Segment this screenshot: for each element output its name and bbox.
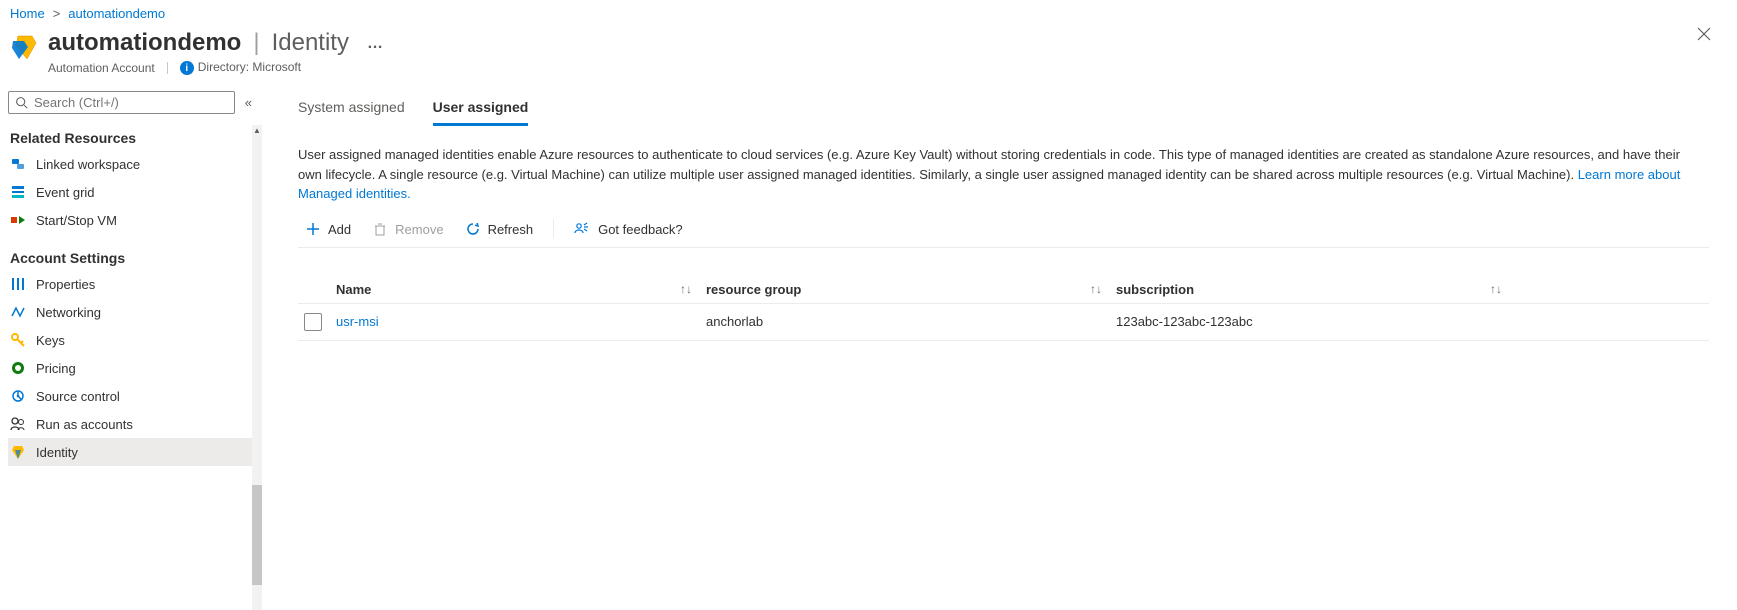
column-header-name[interactable]: Name ↑↓: [336, 282, 706, 297]
page-header: automationdemo | Identity … Automation A…: [0, 21, 1737, 87]
plus-icon: [306, 222, 320, 236]
sidebar-item-label: Linked workspace: [36, 157, 140, 172]
sidebar-section-related: Related Resources: [8, 114, 262, 150]
collapse-sidebar-icon[interactable]: «: [245, 95, 252, 110]
sidebar-scrollbar-track[interactable]: ▲: [252, 125, 262, 610]
sidebar-item-event-grid[interactable]: Event grid: [8, 178, 262, 206]
cell-subscription: 123abc-123abc-123abc: [1116, 314, 1516, 329]
feedback-button[interactable]: Got feedback?: [566, 218, 691, 241]
search-input[interactable]: [34, 95, 228, 110]
automation-account-icon: [10, 33, 38, 61]
directory-label: iDirectory: Microsoft: [180, 60, 301, 76]
scroll-up-icon[interactable]: ▲: [252, 125, 262, 135]
sidebar-item-pricing[interactable]: Pricing: [8, 354, 262, 382]
sidebar-search[interactable]: [8, 91, 235, 114]
more-icon[interactable]: …: [367, 34, 383, 53]
sidebar-section-account: Account Settings: [8, 234, 262, 270]
sidebar-item-networking[interactable]: Networking: [8, 298, 262, 326]
identity-icon: [10, 444, 26, 460]
breadcrumb-current[interactable]: automationdemo: [68, 6, 165, 21]
properties-icon: [10, 276, 26, 292]
startstop-icon: [10, 212, 26, 228]
description-text: User assigned managed identities enable …: [298, 145, 1698, 204]
info-icon: i: [180, 61, 194, 75]
sidebar-item-keys[interactable]: Keys: [8, 326, 262, 354]
breadcrumb-separator: >: [53, 6, 61, 21]
sort-icon: ↑↓: [1090, 282, 1102, 296]
eventgrid-icon: [10, 184, 26, 200]
resource-name: automationdemo: [48, 29, 241, 58]
add-button[interactable]: Add: [298, 218, 359, 241]
trash-icon: [373, 222, 387, 236]
toolbar: Add Remove Refresh Got feedback?: [298, 218, 1709, 248]
sidebar-item-linked-workspace[interactable]: Linked workspace: [8, 150, 262, 178]
sidebar-item-label: Run as accounts: [36, 417, 133, 432]
tab-bar: System assigned User assigned: [298, 91, 1709, 127]
sidebar: « Related Resources Linked workspace Eve…: [0, 87, 262, 610]
cell-resource-group: anchorlab: [706, 314, 1116, 329]
tab-user-assigned[interactable]: User assigned: [433, 91, 529, 126]
sidebar-item-label: Event grid: [36, 185, 95, 200]
sourcecontrol-icon: [10, 388, 26, 404]
sidebar-item-identity[interactable]: Identity: [8, 438, 262, 466]
table-header-row: Name ↑↓ resource group ↑↓ subscription ↑…: [298, 282, 1709, 304]
close-icon[interactable]: [1697, 27, 1711, 41]
sidebar-item-label: Identity: [36, 445, 78, 460]
sidebar-item-label: Start/Stop VM: [36, 213, 117, 228]
row-checkbox[interactable]: [304, 313, 322, 331]
sidebar-scrollbar-thumb[interactable]: [252, 485, 262, 585]
sidebar-item-label: Keys: [36, 333, 65, 348]
table-row[interactable]: usr-msi anchorlab 123abc-123abc-123abc: [298, 304, 1709, 341]
tab-system-assigned[interactable]: System assigned: [298, 91, 405, 126]
networking-icon: [10, 304, 26, 320]
workspace-icon: [10, 156, 26, 172]
sidebar-item-label: Pricing: [36, 361, 76, 376]
sort-icon: ↑↓: [1490, 282, 1502, 296]
pricing-icon: [10, 360, 26, 376]
sidebar-item-start-stop-vm[interactable]: Start/Stop VM: [8, 206, 262, 234]
sort-icon: ↑↓: [680, 282, 692, 296]
sidebar-item-label: Source control: [36, 389, 120, 404]
page-section-title: Identity: [272, 29, 349, 58]
main-content: System assigned User assigned User assig…: [262, 87, 1737, 610]
identity-name-link[interactable]: usr-msi: [336, 314, 379, 329]
breadcrumb: Home > automationdemo: [0, 0, 1737, 21]
column-header-subscription[interactable]: subscription ↑↓: [1116, 282, 1516, 297]
refresh-button[interactable]: Refresh: [458, 218, 542, 241]
sidebar-item-source-control[interactable]: Source control: [8, 382, 262, 410]
column-header-resource-group[interactable]: resource group ↑↓: [706, 282, 1116, 297]
search-icon: [15, 96, 28, 109]
keys-icon: [10, 332, 26, 348]
resource-type-label: Automation Account: [48, 61, 155, 75]
breadcrumb-home[interactable]: Home: [10, 6, 45, 21]
refresh-icon: [466, 222, 480, 236]
sidebar-item-label: Properties: [36, 277, 95, 292]
sidebar-item-properties[interactable]: Properties: [8, 270, 262, 298]
sidebar-item-run-as-accounts[interactable]: Run as accounts: [8, 410, 262, 438]
feedback-icon: [574, 222, 590, 236]
remove-button: Remove: [365, 218, 451, 241]
runas-icon: [10, 416, 26, 432]
identity-table: Name ↑↓ resource group ↑↓ subscription ↑…: [298, 282, 1709, 341]
sidebar-item-label: Networking: [36, 305, 101, 320]
